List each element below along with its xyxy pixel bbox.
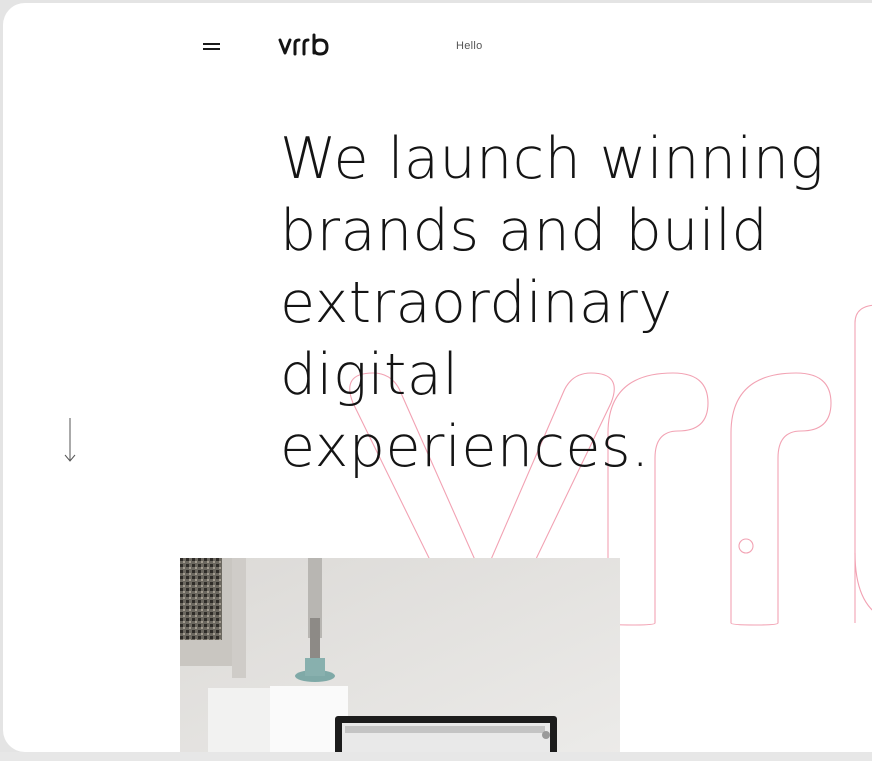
brand-logo[interactable]: vrrb	[277, 33, 333, 59]
device-frame: vrrb Hello	[0, 0, 872, 761]
headline-line: digital	[280, 342, 459, 408]
device-bottom-edge	[0, 752, 872, 761]
workspace-photo-illustration	[180, 558, 620, 752]
headline-line: experiences.	[280, 414, 650, 480]
headline-line: We launch winning	[280, 126, 825, 192]
arrow-down-icon[interactable]	[63, 416, 77, 464]
hello-nav-link[interactable]: Hello	[456, 40, 483, 52]
hamburger-icon-line-top	[203, 43, 220, 45]
hero-photo	[180, 558, 620, 752]
hero-headline: We launch winning brands and build extra…	[280, 123, 872, 483]
headline-line: brands and build	[280, 198, 769, 264]
headline-line: extraordinary	[280, 270, 673, 336]
hamburger-icon-line-bottom	[203, 48, 220, 50]
page-viewport: vrrb Hello	[3, 3, 872, 752]
menu-button[interactable]	[201, 38, 223, 54]
